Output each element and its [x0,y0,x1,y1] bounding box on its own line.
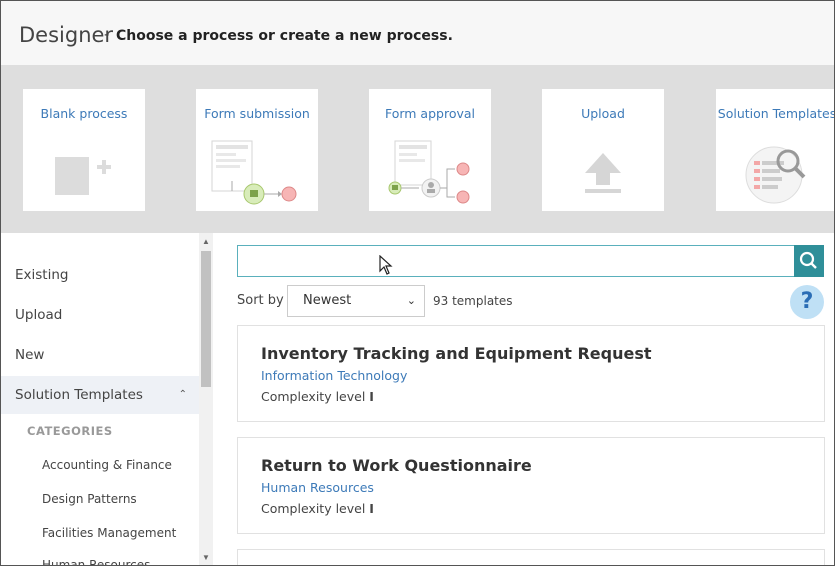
card-label: Blank process [40,106,128,121]
page-subtitle: Choose a process or create a new process… [116,28,453,44]
scroll-up-arrow-icon[interactable]: ▲ [201,237,211,247]
category-facilities-management[interactable]: Facilities Management [42,526,176,540]
blank-process-icon [55,157,111,195]
title-separator: - [104,26,110,43]
sidebar-item-upload[interactable]: Upload [1,296,199,334]
upload-icon [585,153,621,193]
template-complexity: Complexity level I [261,389,374,404]
complexity-value: I [369,389,374,404]
solution-templates-icon [745,146,806,204]
scroll-thumb[interactable] [201,251,211,387]
chevron-up-icon: ⌃ [178,389,187,400]
chevron-down-icon: ⌄ [406,294,416,307]
search-button[interactable] [794,245,824,277]
template-complexity: Complexity level I [261,501,374,516]
sort-select[interactable]: Newest ⌄ [287,285,425,317]
upload-card[interactable]: Upload [542,89,664,211]
template-card[interactable]: Inventory Tracking and Equipment Request… [237,325,825,422]
template-category-link[interactable]: Human Resources [261,480,374,495]
card-label: Form approval [384,106,476,121]
mouse-cursor-icon [379,255,393,275]
card-label: Form submission [204,106,310,121]
sidebar-item-existing[interactable]: Existing [1,256,199,294]
search-icon [799,251,817,269]
complexity-label: Complexity level [261,389,366,404]
sidebar-item-label: New [15,347,45,363]
blank-process-card[interactable]: Blank process [23,89,145,211]
card-label: Upload [581,106,625,121]
complexity-value: I [369,501,374,516]
template-card[interactable] [237,549,825,565]
sort-selected-value: Newest [303,293,352,308]
sidebar-item-label: Solution Templates [15,387,143,403]
sidebar-item-label: Existing [15,267,69,283]
form-approval-card[interactable]: Form approval [369,89,491,211]
card-label: Solution Templates [717,106,835,121]
template-title: Inventory Tracking and Equipment Request [261,344,652,363]
form-submission-icon [211,140,297,205]
sidebar-scrollbar[interactable]: ▲ ▼ [199,233,213,565]
process-cards: Blank process Form submission Form appro… [1,65,834,233]
form-submission-card[interactable]: Form submission [196,89,318,211]
help-button[interactable]: ? [790,285,824,319]
template-count: 93 templates [433,294,513,308]
sidebar: Existing Upload New Solution Templates ⌃… [1,233,213,565]
form-approval-icon [388,140,470,204]
sidebar-item-solution-templates[interactable]: Solution Templates ⌃ [1,376,199,414]
template-title: Return to Work Questionnaire [261,456,532,475]
solution-templates-card[interactable]: Solution Templates [716,89,835,211]
sidebar-item-label: Upload [15,307,63,323]
scroll-down-arrow-icon[interactable]: ▼ [201,553,211,563]
designer-window: Designer - Choose a process or create a … [0,0,835,566]
category-accounting-finance[interactable]: Accounting & Finance [42,458,172,472]
category-design-patterns[interactable]: Design Patterns [42,492,137,506]
sort-label: Sort by [237,293,284,308]
complexity-label: Complexity level [261,501,366,516]
template-card[interactable]: Return to Work Questionnaire Human Resou… [237,437,825,534]
page-header: Designer - Choose a process or create a … [1,1,834,65]
page-title: Designer [19,23,114,47]
sidebar-item-new[interactable]: New [1,336,199,374]
template-category-link[interactable]: Information Technology [261,368,407,383]
category-human-resources[interactable]: Human Resources [42,558,150,565]
categories-heading: CATEGORIES [27,424,113,438]
search-input[interactable] [237,245,795,277]
